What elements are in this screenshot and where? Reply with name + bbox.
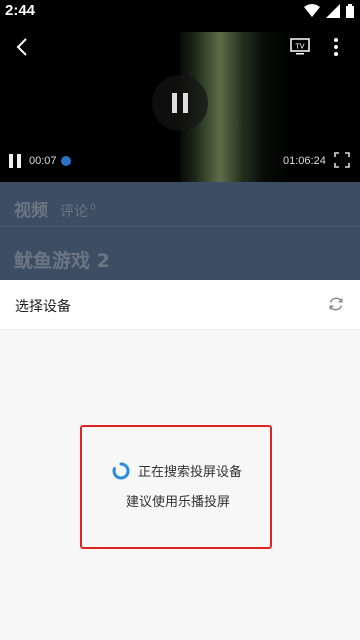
pause-icon[interactable] — [9, 154, 21, 168]
suggestion-text: 建议使用乐播投屏 — [126, 495, 231, 510]
more-vertical-icon[interactable] — [330, 36, 342, 58]
tab-comment[interactable]: 评论 0 — [60, 201, 96, 221]
tv-cast-icon[interactable]: TV — [290, 38, 310, 56]
back-arrow-icon[interactable] — [12, 36, 34, 58]
video-title: 鱿鱼游戏 2 — [14, 250, 110, 272]
tab-video[interactable]: 视频 — [14, 196, 48, 221]
fullscreen-icon[interactable] — [334, 152, 350, 168]
signal-icon — [326, 4, 340, 18]
searching-status-box: 正在搜索投屏设备 建议使用乐播投屏 — [80, 425, 272, 549]
wifi-icon — [304, 4, 320, 17]
comment-count: 0 — [90, 203, 96, 214]
device-select-sheet: 选择设备 正在搜索投屏设备 建议使用乐播投屏 — [0, 280, 360, 640]
sheet-title: 选择设备 — [15, 299, 71, 315]
player-controls: 00:07 01:06:24 — [0, 150, 360, 174]
status-bar: 2:44 — [0, 0, 360, 24]
pause-icon — [172, 93, 177, 113]
loading-spinner-icon — [112, 461, 130, 479]
seek-handle[interactable] — [61, 156, 71, 166]
divider — [0, 226, 360, 227]
total-time: 01:06:24 — [283, 155, 326, 167]
status-time: 2:44 — [5, 2, 36, 19]
video-player[interactable]: TV 00:07 01:06:24 — [0, 24, 360, 182]
searching-text: 正在搜索投屏设备 — [138, 465, 243, 480]
status-icons — [304, 4, 354, 18]
current-time: 00:07 — [29, 155, 57, 167]
center-pause-button[interactable] — [152, 75, 208, 131]
tab-comment-label: 评论 — [60, 204, 88, 220]
info-tabs: 视频 评论 0 — [14, 196, 96, 221]
searching-row: 正在搜索投屏设备 — [112, 461, 242, 480]
svg-text:TV: TV — [294, 43, 304, 51]
refresh-icon[interactable] — [328, 296, 344, 312]
sheet-header: 选择设备 — [0, 280, 360, 330]
battery-icon — [346, 4, 354, 18]
video-info-panel: 视频 评论 0 鱿鱼游戏 2 — [0, 182, 360, 280]
